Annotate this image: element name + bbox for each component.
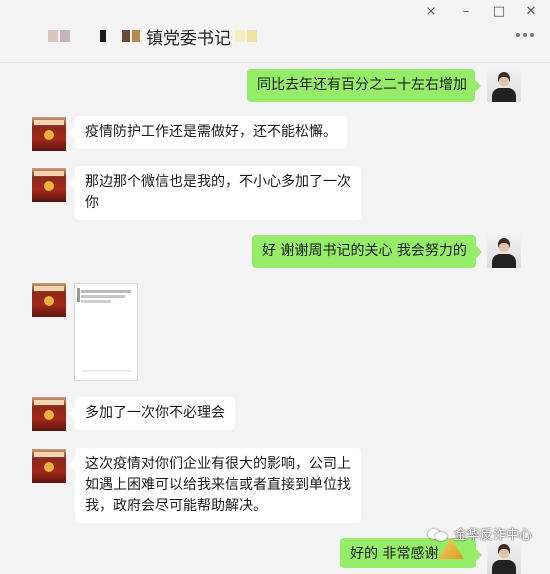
screenshot-thumbnail	[81, 290, 131, 293]
my-avatar[interactable]	[487, 234, 521, 268]
message-text: 多加了一次你不必理会	[85, 405, 225, 421]
redaction-mosaic	[132, 30, 140, 42]
image-message[interactable]	[74, 283, 138, 381]
my-avatar[interactable]	[487, 540, 521, 574]
message-text: 好 谢谢周书记的关心 我会努力的	[262, 243, 467, 259]
contact-avatar[interactable]	[32, 449, 66, 483]
chat-header: 镇党委书记 ⨯ – □ ✕	[0, 0, 550, 63]
redaction-mosaic	[100, 30, 106, 42]
my-avatar[interactable]	[487, 68, 521, 102]
incoming-message[interactable]: 疫情防护工作还是需做好，还不能松懈。	[69, 116, 347, 149]
message-text: 如遇上困难可以给我来信或者直接到单位找	[85, 477, 351, 493]
chat-title-area: 镇党委书记	[40, 22, 259, 50]
outgoing-message[interactable]: 好 谢谢周书记的关心 我会努力的	[252, 235, 482, 268]
maximize-icon[interactable]: □	[488, 4, 510, 19]
watermark: 金华反诈中心	[428, 524, 532, 543]
incoming-message[interactable]: 多加了一次你不必理会	[69, 397, 235, 430]
message-text: 这次疫情对你们企业有很大的影响，公司上	[85, 456, 351, 472]
incoming-message[interactable]: 这次疫情对你们企业有很大的影响，公司上 如遇上困难可以给我来信或者直接到单位找 …	[69, 448, 361, 523]
wechat-icon	[428, 527, 448, 541]
message-text: 同比去年还有百分之二十左右增加	[257, 77, 467, 93]
chat-title: 镇党委书记	[146, 28, 231, 49]
screenshot-thumbnail	[81, 295, 125, 298]
contact-avatar[interactable]	[32, 397, 66, 431]
screenshot-thumbnail	[81, 370, 131, 372]
screenshot-thumbnail	[77, 288, 80, 302]
message-text: 你	[85, 195, 99, 211]
screenshot-thumbnail	[81, 300, 111, 303]
redaction-mosaic	[48, 30, 58, 42]
message-text: 疫情防护工作还是需做好，还不能松懈。	[85, 124, 337, 140]
contact-avatar[interactable]	[32, 117, 66, 151]
pin-icon[interactable]: ⨯	[420, 4, 442, 19]
close-icon[interactable]: ✕	[520, 4, 542, 19]
minimize-icon[interactable]: –	[455, 4, 477, 19]
message-text: 那边那个微信也是我的，不小心多加了一次	[85, 174, 351, 190]
redaction-mosaic	[122, 30, 130, 42]
redaction-mosaic	[247, 30, 257, 42]
outgoing-message[interactable]: 同比去年还有百分之二十左右增加	[247, 69, 481, 102]
more-options-icon[interactable]	[516, 33, 534, 37]
contact-avatar[interactable]	[32, 168, 66, 202]
watermark-text: 金华反诈中心	[454, 528, 533, 543]
incoming-message[interactable]: 那边那个微信也是我的，不小心多加了一次 你	[69, 166, 361, 220]
contact-avatar[interactable]	[32, 283, 66, 317]
redaction-mosaic	[60, 30, 70, 42]
redaction-mosaic	[235, 30, 245, 42]
message-text: 我，政府会尽可能帮助解决。	[85, 498, 267, 514]
